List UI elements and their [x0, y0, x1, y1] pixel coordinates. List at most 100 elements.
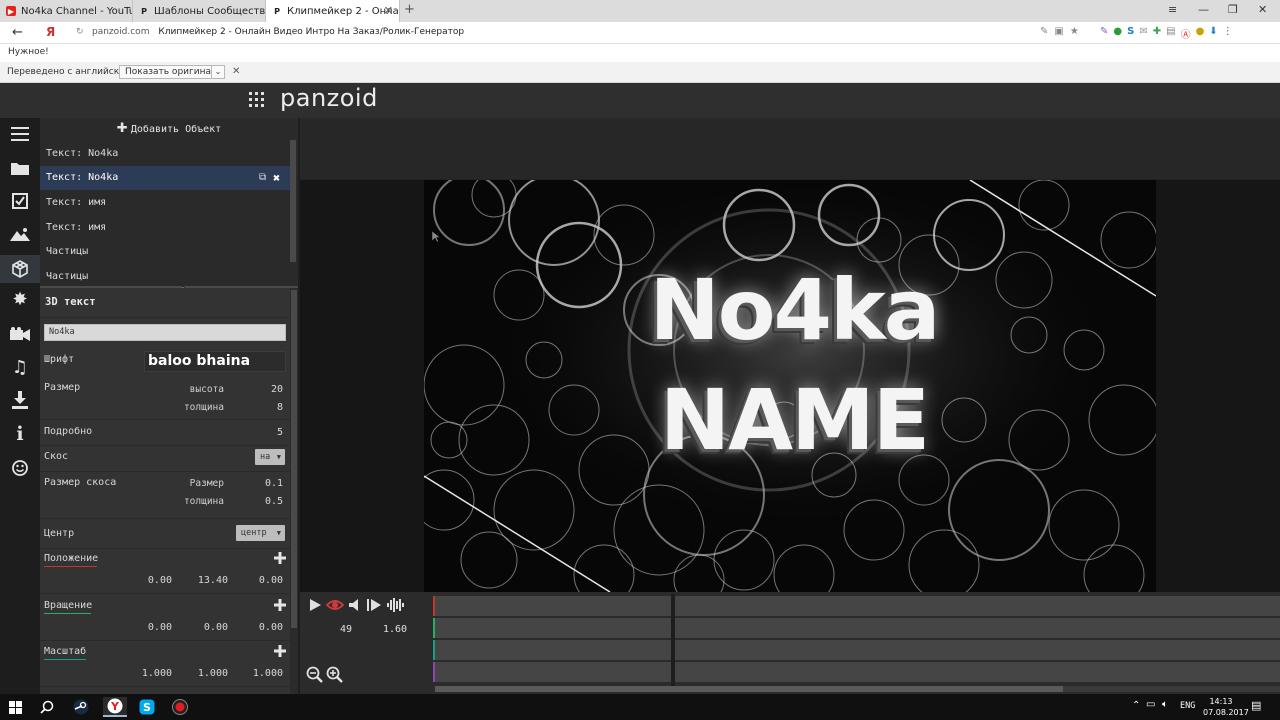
- add-scale-keyframe-icon[interactable]: [274, 645, 286, 657]
- star-icon[interactable]: ★: [1070, 26, 1079, 37]
- zoom-in-icon[interactable]: [326, 666, 343, 683]
- bevel-size-value[interactable]: 0.1: [250, 478, 283, 489]
- show-original-button[interactable]: Показать оригинал: [119, 65, 223, 79]
- waveform-icon[interactable]: [386, 598, 404, 612]
- steam-icon[interactable]: [70, 697, 92, 717]
- pen-extension-icon[interactable]: ✎: [1100, 26, 1108, 41]
- s-extension-icon[interactable]: S: [1127, 26, 1134, 41]
- smiley-icon[interactable]: [0, 456, 40, 480]
- minimize-icon[interactable]: —: [1198, 3, 1209, 16]
- object-row[interactable]: Текст: No4ka: [40, 142, 290, 166]
- search-icon[interactable]: [36, 697, 58, 717]
- mail-extension-icon[interactable]: ✉: [1139, 26, 1147, 41]
- rotation-y[interactable]: 0.00: [188, 622, 228, 633]
- position-x[interactable]: 0.00: [132, 575, 172, 586]
- translate-menu-chevron-icon[interactable]: ⌄: [211, 65, 225, 79]
- thickness-value[interactable]: 8: [250, 402, 283, 413]
- timeline-scrollbar[interactable]: [435, 686, 1063, 692]
- eye-preview-icon[interactable]: [326, 598, 344, 612]
- properties-scrollbar[interactable]: [291, 290, 297, 628]
- window-close-icon[interactable]: ✕: [1258, 3, 1267, 16]
- yandex-browser-icon[interactable]: Y: [103, 697, 127, 717]
- position-z[interactable]: 0.00: [243, 575, 283, 586]
- add-rotation-keyframe-icon[interactable]: [274, 599, 286, 611]
- close-tab-icon[interactable]: ✕: [384, 4, 393, 17]
- height-value[interactable]: 20: [250, 384, 283, 395]
- download-extension-icon[interactable]: ⬇: [1209, 26, 1217, 41]
- timeline-track[interactable]: [435, 640, 1280, 660]
- timeline-track[interactable]: [435, 662, 1280, 682]
- network-icon[interactable]: ▭: [1146, 699, 1155, 710]
- hamburger-menu-icon[interactable]: [0, 122, 40, 146]
- new-tab-button[interactable]: +: [404, 2, 415, 17]
- font-select[interactable]: baloo bhaina: [144, 351, 286, 372]
- text-value-input[interactable]: No4ka: [44, 324, 286, 341]
- panzoid-logo[interactable]: panzoid: [280, 84, 378, 112]
- duplicate-icon[interactable]: ⧉: [259, 166, 266, 190]
- add-position-keyframe-icon[interactable]: [274, 552, 286, 564]
- menu-icon[interactable]: ≡: [1168, 3, 1177, 16]
- step-forward-icon[interactable]: [366, 598, 382, 612]
- download-icon[interactable]: [0, 388, 40, 412]
- scale-z[interactable]: 1.000: [241, 668, 283, 679]
- detail-value[interactable]: 5: [250, 427, 283, 438]
- add-object-button[interactable]: ✚ Добавить Объект: [40, 121, 298, 136]
- position-y[interactable]: 13.40: [186, 575, 228, 586]
- close-translate-icon[interactable]: ✕: [232, 66, 240, 77]
- recorder-icon[interactable]: [169, 697, 191, 717]
- delete-icon[interactable]: ✖: [273, 166, 280, 190]
- apps-grid-icon[interactable]: [249, 92, 264, 107]
- video-preview[interactable]: No4ka NAME: [424, 180, 1156, 592]
- tab-templates[interactable]: P Шаблоны Сообщества: [133, 0, 266, 22]
- more-icon[interactable]: ⋮: [1223, 26, 1233, 41]
- tab-youtube[interactable]: ▶ No4ka Channel - YouTube: [0, 0, 133, 22]
- skype-icon[interactable]: S: [136, 697, 158, 717]
- timeline-track-ruler[interactable]: [435, 596, 1280, 616]
- url-field[interactable]: panzoid.com Клипмейкер 2 - Онлайн Видео …: [92, 27, 464, 37]
- scale-x[interactable]: 1.000: [130, 668, 172, 679]
- object-row-selected[interactable]: Текст: No4ka ⧉ ✖: [40, 166, 290, 190]
- timeline-track[interactable]: [435, 618, 1280, 638]
- language-indicator[interactable]: ENG: [1180, 701, 1195, 711]
- scale-y[interactable]: 1.000: [186, 668, 228, 679]
- edit-icon[interactable]: ✎: [1040, 26, 1048, 37]
- bevel-select[interactable]: на ▼: [255, 449, 285, 465]
- object-list-scrollbar[interactable]: [290, 140, 296, 262]
- music-note-icon[interactable]: ♫: [0, 356, 40, 380]
- object-row[interactable]: Текст: имя: [40, 191, 290, 215]
- bevel-thickness-value[interactable]: 0.5: [250, 496, 283, 507]
- volume-icon[interactable]: [348, 598, 362, 612]
- bookmark-item[interactable]: Нужное!: [8, 47, 49, 57]
- back-arrow-icon[interactable]: ←: [12, 25, 23, 40]
- rotation-x[interactable]: 0.00: [132, 622, 172, 633]
- object-row[interactable]: Частицы: [40, 240, 290, 264]
- restore-icon[interactable]: ❐: [1228, 3, 1238, 16]
- 3d-cube-icon[interactable]: [0, 255, 40, 283]
- notifications-icon[interactable]: ▤: [1251, 699, 1261, 712]
- clock[interactable]: 14:13 07.08.2017: [1203, 696, 1249, 718]
- speaker-icon[interactable]: 🔈︎: [1162, 699, 1168, 710]
- center-select[interactable]: центр ▼: [236, 525, 285, 541]
- m-extension-icon[interactable]: ●: [1196, 26, 1205, 41]
- windows-start-icon[interactable]: [4, 697, 26, 717]
- playhead[interactable]: [671, 594, 675, 686]
- box-extension-icon[interactable]: ▤: [1166, 26, 1175, 41]
- object-row[interactable]: Текст: имя: [40, 216, 290, 240]
- camera-icon[interactable]: [0, 322, 40, 346]
- tray-chevron-up-icon[interactable]: ⌃: [1132, 700, 1140, 711]
- info-icon[interactable]: i: [0, 422, 40, 446]
- tab-clipmaker[interactable]: P Клипмейкер 2 - Онлайн ✕: [266, 0, 400, 22]
- starburst-effects-icon[interactable]: ✸: [0, 288, 40, 312]
- a-extension-icon[interactable]: Ⓐ: [1181, 26, 1191, 41]
- puzzle-extension-icon[interactable]: ✚: [1153, 26, 1161, 41]
- folder-icon[interactable]: [0, 156, 40, 180]
- rotation-z[interactable]: 0.00: [243, 622, 283, 633]
- checkbox-icon[interactable]: [0, 189, 40, 213]
- image-landscape-icon[interactable]: [0, 222, 40, 246]
- reader-icon[interactable]: ▣: [1054, 26, 1063, 37]
- play-icon[interactable]: [308, 598, 322, 612]
- yandex-icon[interactable]: Я: [46, 25, 55, 39]
- zoom-out-icon[interactable]: [306, 666, 323, 683]
- refresh-icon[interactable]: ↻: [76, 27, 84, 37]
- shield-extension-icon[interactable]: ●: [1113, 26, 1122, 41]
